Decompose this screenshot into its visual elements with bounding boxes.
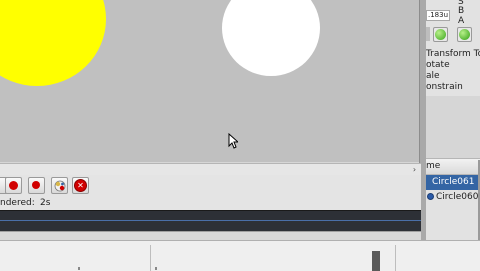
render-status: ndered: 2s bbox=[0, 198, 421, 210]
column-divider bbox=[150, 245, 151, 271]
background-window bbox=[0, 240, 480, 271]
3d-viewport[interactable] bbox=[0, 0, 421, 162]
panel-button-row bbox=[426, 26, 480, 44]
timeline-toolbar bbox=[0, 175, 421, 199]
scrollbar-thumb[interactable] bbox=[372, 251, 380, 271]
green-dot-icon bbox=[435, 29, 446, 40]
row-label: Circle060 bbox=[436, 192, 479, 202]
record-icon bbox=[9, 181, 18, 190]
properties-panel: S B A .183u Transform To otate ale onstr… bbox=[426, 0, 480, 240]
timeline-strip[interactable] bbox=[0, 210, 421, 231]
outliner-row-circle061[interactable]: Circle061 bbox=[426, 175, 480, 190]
mouse-cursor-icon bbox=[228, 133, 238, 149]
record-icon bbox=[32, 181, 40, 189]
menu-item-constrain[interactable]: onstrain bbox=[426, 82, 463, 92]
rendered-value: 2s bbox=[40, 198, 51, 208]
panel-top-text: B bbox=[458, 6, 465, 16]
column-header-name: me bbox=[426, 161, 441, 171]
toggle-button[interactable] bbox=[457, 27, 472, 42]
record-button[interactable] bbox=[5, 177, 22, 194]
radio-icon[interactable] bbox=[427, 193, 434, 200]
keying-icon bbox=[54, 180, 66, 192]
outliner-row-circle060[interactable]: Circle060 bbox=[426, 190, 480, 205]
remove-keyframe-button[interactable] bbox=[72, 177, 89, 194]
outliner-column-header[interactable]: me bbox=[426, 158, 480, 175]
timeline-track-line bbox=[0, 220, 421, 221]
close-circle-icon bbox=[74, 179, 87, 192]
menu-item-rotate[interactable]: otate bbox=[426, 60, 450, 70]
moon-circle[interactable] bbox=[222, 0, 320, 76]
sun-circle[interactable] bbox=[0, 0, 106, 86]
record-keyframe-button[interactable] bbox=[28, 177, 45, 194]
menu-item-scale[interactable]: ale bbox=[426, 71, 440, 81]
coordinate-field[interactable]: .183u bbox=[426, 10, 450, 21]
toggle-button[interactable] bbox=[433, 27, 448, 42]
panel-top-text: A bbox=[458, 16, 465, 26]
row-label: Circle061 bbox=[432, 177, 475, 187]
outliner-empty-area bbox=[426, 206, 480, 240]
green-dot-icon bbox=[459, 29, 470, 40]
column-divider bbox=[395, 245, 396, 271]
menu-item-transform[interactable]: Transform To bbox=[426, 49, 480, 59]
rendered-label: ndered: bbox=[0, 198, 35, 208]
chevron-right-icon[interactable]: › bbox=[410, 165, 419, 174]
keying-set-button[interactable] bbox=[51, 177, 68, 194]
panel-button-edge[interactable] bbox=[426, 27, 430, 41]
panel-empty-area bbox=[426, 96, 480, 158]
